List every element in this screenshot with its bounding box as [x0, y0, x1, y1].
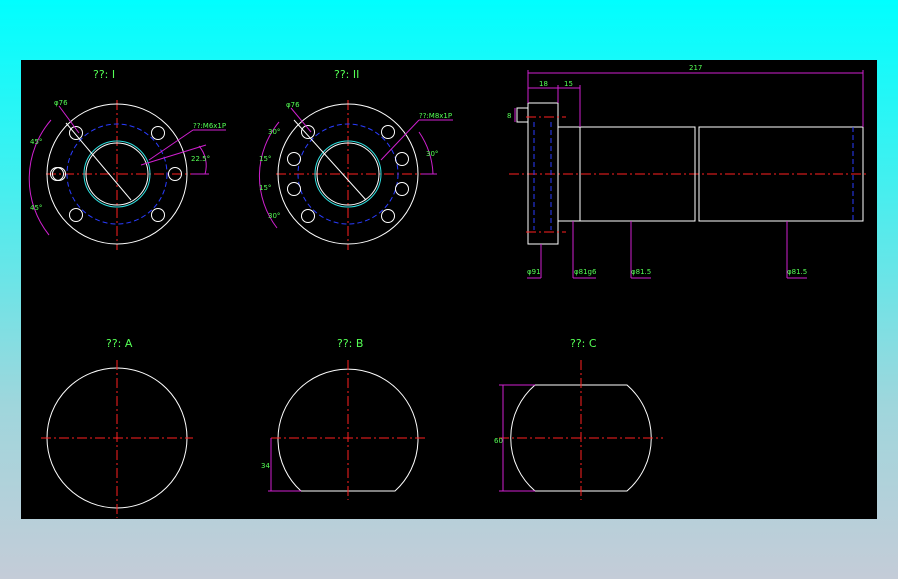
- section-view-b: ??: B 34: [261, 337, 425, 500]
- bolt-hole: [287, 182, 301, 196]
- dim-d81a: φ81.5: [631, 268, 651, 276]
- flange-view-2: ??: II φ76 30° 15° 15° 30° ??:M8x1P 30°: [258, 68, 453, 250]
- dim-angle-30b: 30°: [268, 212, 280, 220]
- diameter-leader: [293, 119, 367, 201]
- view-b-title: ??: B: [337, 337, 363, 350]
- cad-drawing: ??: I φ76 45° 45° ??:M6x1P 22.5° ??: II: [28, 64, 869, 518]
- dim-15: 15: [564, 80, 573, 88]
- view-a-title: ??: A: [106, 337, 133, 350]
- dim-angle-right: 22.5°: [191, 155, 210, 163]
- dim-angle-15b: 15°: [259, 184, 271, 192]
- dim-thread: ??:M8x1P: [419, 112, 452, 120]
- dim-diameter: φ76: [54, 99, 68, 107]
- dim-34: 34: [261, 462, 270, 470]
- dim-angle-15a: 15°: [259, 155, 271, 163]
- bolt-hole: [301, 209, 315, 223]
- bolt-hole: [287, 152, 301, 166]
- dim-d81g6: φ81g6: [574, 268, 597, 276]
- dim-d81b: φ81.5: [787, 268, 807, 276]
- dim-d91: φ91: [527, 268, 541, 276]
- bolt-hole: [395, 182, 409, 196]
- section-view-a: ??: A: [41, 337, 193, 518]
- dim-18: 18: [539, 80, 548, 88]
- view-1-title: ??: I: [93, 68, 115, 81]
- bolt-hole: [395, 152, 409, 166]
- dim-diameter: φ76: [286, 101, 300, 109]
- dim-8: 8: [507, 112, 511, 120]
- view-2-title: ??: II: [334, 68, 359, 81]
- drawing-canvas[interactable]: ??: I φ76 45° 45° ??:M6x1P 22.5° ??: II: [21, 60, 877, 519]
- flange-view-1: ??: I φ76 45° 45° ??:M6x1P 22.5°: [28, 68, 226, 250]
- section-view-c: ??: C 60: [494, 337, 663, 500]
- bolt-hole: [69, 208, 83, 222]
- bolt-hole: [381, 125, 395, 139]
- dim-angle-right: 30°: [426, 150, 438, 158]
- side-view: 217 18 15 8 φ91 φ81g6 φ81.5 φ81.5: [507, 64, 869, 279]
- view-c-title: ??: C: [570, 337, 597, 350]
- flange-lip: [516, 107, 529, 123]
- bolt-hole: [381, 209, 395, 223]
- dim-thread: ??:M6x1P: [193, 122, 226, 130]
- bolt-hole: [151, 126, 165, 140]
- dim-angle-top: 45°: [30, 138, 42, 146]
- dim-angle-30a: 30°: [268, 128, 280, 136]
- bolt-hole: [301, 125, 315, 139]
- dim-angle-bottom: 45°: [30, 204, 42, 212]
- bolt-hole: [151, 208, 165, 222]
- dim-leader: [58, 105, 80, 134]
- dim-217: 217: [689, 64, 702, 72]
- dim-60: 60: [494, 437, 503, 445]
- diameter-leader: [65, 122, 132, 201]
